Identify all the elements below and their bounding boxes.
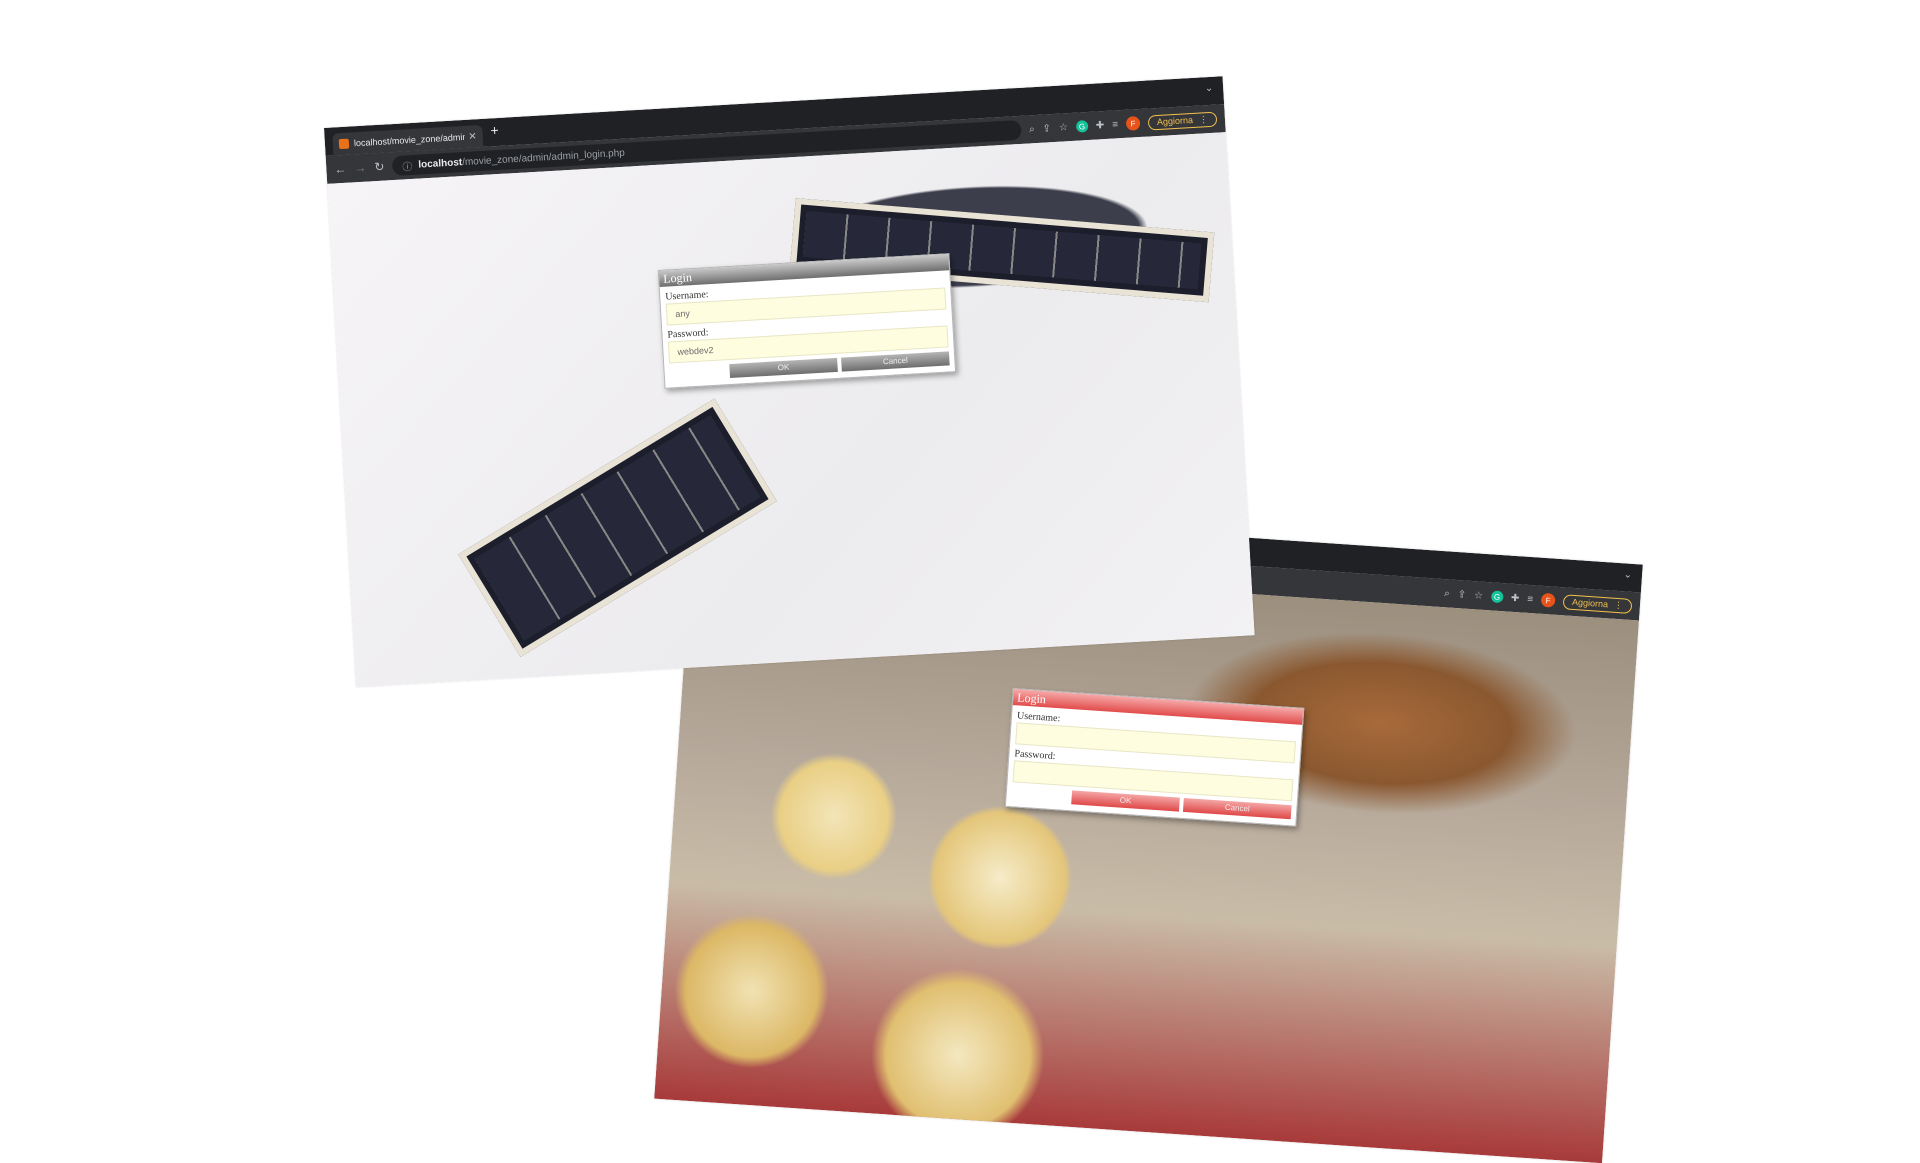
chevron-down-icon[interactable]: ⌄ [1204, 83, 1213, 94]
zoom-icon[interactable]: ⌕ [1029, 124, 1035, 135]
screenshot-film: localhost/movie_zone/admin/a ✕ + ⌄ ← → ↻… [324, 76, 1255, 688]
menu-icon: ⋮ [1613, 599, 1624, 610]
dialog-body: Username: Password: OK Cancel [1006, 705, 1302, 825]
favicon-icon [338, 138, 350, 150]
close-tab-icon[interactable]: ✕ [468, 131, 477, 142]
update-label: Aggiorna [1156, 114, 1194, 128]
reading-list-icon[interactable]: ≡ [1527, 593, 1534, 604]
grammarly-icon[interactable]: G [1075, 120, 1089, 133]
reading-list-icon[interactable]: ≡ [1112, 119, 1118, 130]
extensions-icon[interactable]: ✚ [1511, 592, 1520, 604]
tab-title: localhost/movie_zone/admin/a [353, 131, 465, 149]
cancel-button[interactable]: Cancel [1182, 797, 1292, 820]
login-dialog: Login Username: Password: OK Cancel [1004, 688, 1305, 827]
share-icon[interactable]: ⇪ [1457, 589, 1466, 601]
dialog-body: Username: any Password: webdev2 OK Cance… [660, 270, 955, 388]
update-label: Aggiorna [1571, 596, 1609, 610]
new-tab-icon[interactable]: + [490, 122, 499, 138]
extensions-icon[interactable]: ✚ [1096, 120, 1105, 131]
chevron-down-icon[interactable]: ⌄ [1623, 569, 1632, 581]
menu-icon: ⋮ [1198, 113, 1209, 125]
update-button[interactable]: Aggiorna ⋮ [1147, 111, 1218, 131]
cancel-button[interactable]: Cancel [841, 351, 950, 372]
star-icon[interactable]: ☆ [1474, 590, 1484, 602]
forward-icon[interactable]: → [354, 161, 367, 176]
login-dialog: Login Username: any Password: webdev2 OK… [657, 253, 957, 389]
info-icon[interactable]: ⓘ [402, 157, 413, 173]
page-background: Login Username: any Password: webdev2 OK… [327, 132, 1255, 688]
reload-icon[interactable]: ↻ [374, 160, 385, 175]
ok-button[interactable]: OK [729, 357, 838, 379]
ok-button[interactable]: OK [1071, 790, 1180, 812]
film-strip-image [458, 398, 777, 657]
share-icon[interactable]: ⇪ [1042, 123, 1051, 134]
zoom-icon[interactable]: ⌕ [1444, 588, 1450, 599]
url-host: localhost [418, 156, 463, 171]
avatar[interactable]: F [1540, 592, 1556, 608]
avatar[interactable]: F [1125, 116, 1141, 131]
grammarly-icon[interactable]: G [1490, 590, 1504, 604]
star-icon[interactable]: ☆ [1059, 122, 1069, 133]
toolbar-icons: ⌕ ⇪ ☆ G ✚ ≡ F Aggiorna ⋮ [1029, 111, 1218, 137]
back-icon[interactable]: ← [334, 162, 347, 177]
update-button[interactable]: Aggiorna ⋮ [1562, 593, 1633, 614]
url-path: /movie_zone/admin/admin_login.php [461, 147, 626, 168]
